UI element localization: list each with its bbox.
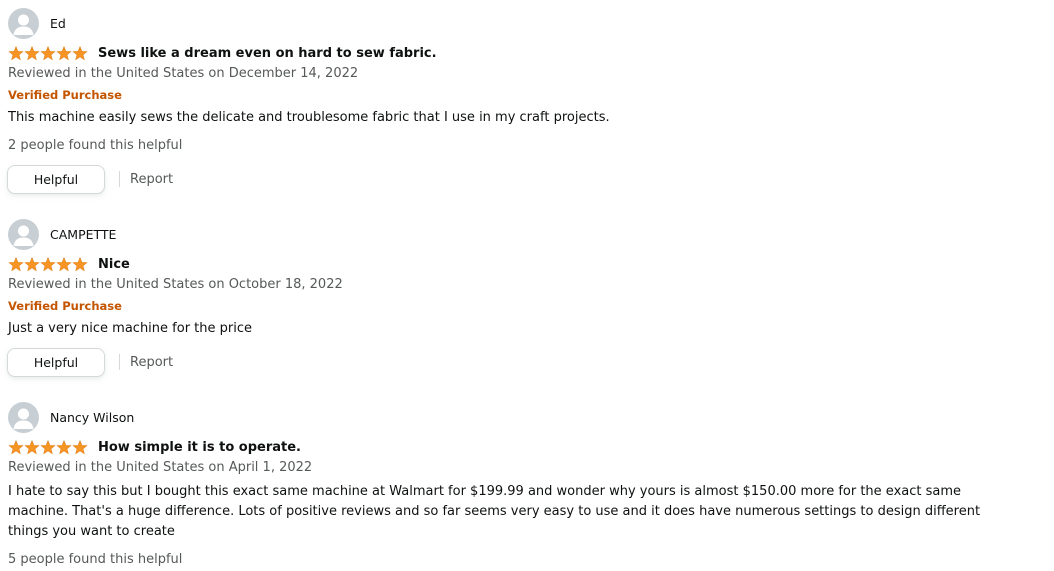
star-icon xyxy=(24,45,40,60)
star-icon xyxy=(72,256,88,271)
review-body: This machine easily sews the delicate an… xyxy=(8,110,610,125)
star-rating[interactable] xyxy=(8,439,88,455)
verified-purchase-badge: Verified Purchase xyxy=(8,88,122,102)
helpful-button[interactable]: Helpful xyxy=(7,347,105,377)
review-date: Reviewed in the United States on April 1… xyxy=(8,460,313,475)
star-icon xyxy=(40,256,56,271)
reviewer-name[interactable]: Ed xyxy=(50,16,66,31)
star-icon xyxy=(40,439,56,454)
review-title[interactable]: How simple it is to operate. xyxy=(98,440,301,455)
helpful-count: 2 people found this helpful xyxy=(8,138,183,153)
reviewer-profile[interactable]: CAMPETTE xyxy=(8,218,116,250)
report-link[interactable]: Report xyxy=(130,172,173,187)
star-icon xyxy=(8,256,24,271)
star-icon xyxy=(72,439,88,454)
review-date: Reviewed in the United States on October… xyxy=(8,277,343,292)
reviewer-profile[interactable]: Nancy Wilson xyxy=(8,401,134,433)
star-icon xyxy=(56,256,72,271)
reviewer-name[interactable]: Nancy Wilson xyxy=(50,410,134,425)
report-link[interactable]: Report xyxy=(130,355,173,370)
star-icon xyxy=(8,45,24,60)
star-icon xyxy=(24,439,40,454)
avatar-icon xyxy=(8,7,39,39)
review-body: I hate to say this but I bought this exa… xyxy=(8,484,981,539)
review-body: Just a very nice machine for the price xyxy=(8,321,252,336)
reviewer-name[interactable]: CAMPETTE xyxy=(50,227,116,242)
review-title[interactable]: Nice xyxy=(98,257,130,272)
avatar-icon xyxy=(8,401,39,433)
helpful-button[interactable]: Helpful xyxy=(7,164,105,194)
review-date: Reviewed in the United States on Decembe… xyxy=(8,66,359,81)
star-icon xyxy=(56,439,72,454)
helpful-count: 5 people found this helpful xyxy=(8,552,183,567)
verified-purchase-badge: Verified Purchase xyxy=(8,299,122,313)
star-icon xyxy=(40,45,56,60)
divider xyxy=(119,171,120,187)
star-rating[interactable] xyxy=(8,256,88,272)
review-title[interactable]: Sews like a dream even on hard to sew fa… xyxy=(98,46,437,61)
star-rating[interactable] xyxy=(8,45,88,61)
star-icon xyxy=(8,439,24,454)
divider xyxy=(119,354,120,370)
reviewer-profile[interactable]: Ed xyxy=(8,7,66,39)
star-icon xyxy=(24,256,40,271)
star-icon xyxy=(56,45,72,60)
avatar-icon xyxy=(8,218,39,250)
star-icon xyxy=(72,45,88,60)
